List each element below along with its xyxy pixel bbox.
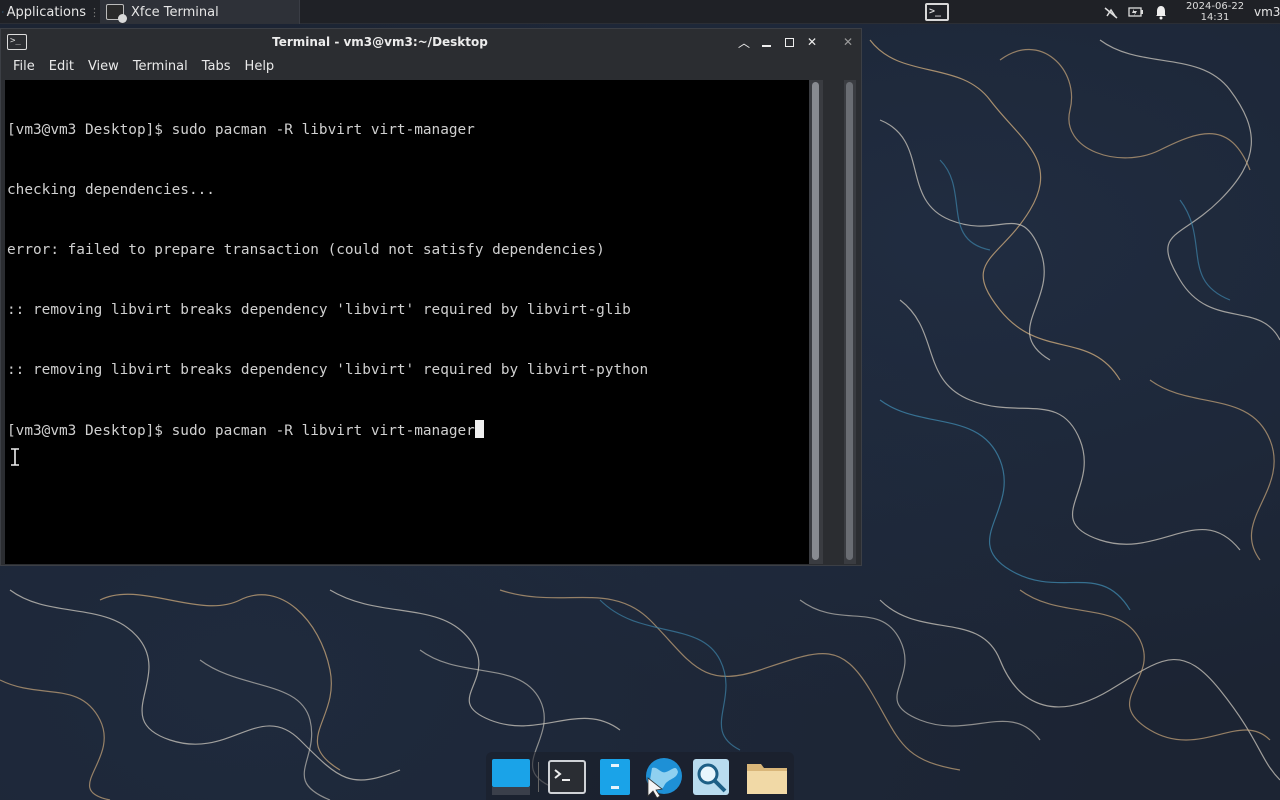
menu-file[interactable]: File [6, 55, 42, 79]
terminal-window: >_ Terminal - vm3@vm3:~/Desktop ︿ ✕ ✕ Fi… [0, 28, 862, 566]
xfce-logo-icon [2, 11, 4, 13]
taskbar-item-terminal[interactable]: Xfce Terminal [100, 0, 300, 24]
terminal-line: checking dependencies... [7, 182, 215, 198]
menu-edit[interactable]: Edit [42, 55, 81, 79]
close-icon: ✕ [842, 35, 854, 49]
terminal-line: :: removing libvirt breaks dependency 'l… [7, 362, 649, 378]
network-disconnected-icon[interactable] [1103, 4, 1119, 20]
terminal-prompt-line: [vm3@vm3 Desktop]$ sudo pacman -R libvir… [7, 420, 648, 441]
menu-help[interactable]: Help [238, 55, 282, 79]
minimize-button[interactable] [756, 32, 776, 52]
applications-menu[interactable]: Applications ⋮ [0, 0, 100, 24]
search-icon [693, 759, 729, 795]
terminal-line: error: failed to prepare transaction (co… [7, 242, 605, 258]
scrollbar-thumb[interactable] [812, 82, 819, 560]
mouse-ibeam-cursor-icon [11, 448, 19, 466]
user-menu[interactable]: vm3 [1254, 0, 1280, 24]
file-manager-icon [747, 764, 787, 794]
terminal-task-icon [106, 4, 127, 23]
dock-show-desktop[interactable] [490, 756, 532, 798]
battery-icon[interactable] [1128, 4, 1144, 20]
dock-web-browser[interactable] [642, 756, 684, 798]
dock-search[interactable] [690, 756, 732, 798]
text-editor-icon [600, 759, 630, 795]
terminal-icon: >_ [925, 3, 949, 21]
desktop-icon [492, 759, 530, 795]
secondary-scrollbar-thumb[interactable] [846, 82, 853, 560]
window-titlebar[interactable]: >_ Terminal - vm3@vm3:~/Desktop ︿ ✕ ✕ [1, 29, 861, 55]
clock-time: 14:31 [1200, 12, 1230, 23]
terminal-line: [vm3@vm3 Desktop]$ sudo pacman -R libvir… [7, 122, 475, 138]
terminal-icon [548, 760, 586, 794]
top-panel: Applications ⋮ Xfce Terminal >_ 2024-06-… [0, 0, 1280, 24]
web-browser-icon [646, 758, 682, 798]
dock-separator [538, 762, 539, 792]
maximize-button[interactable] [779, 32, 799, 52]
terminal-line: :: removing libvirt breaks dependency 'l… [7, 302, 631, 318]
dock [486, 752, 794, 800]
dock-file-manager[interactable] [746, 756, 788, 798]
chevron-up-icon: ︿ [737, 35, 750, 50]
dock-terminal[interactable] [546, 756, 588, 798]
menu-tabs[interactable]: Tabs [195, 55, 238, 79]
secondary-scrollbar[interactable] [844, 80, 856, 564]
text-cursor [474, 420, 484, 438]
terminal-scrollbar[interactable] [809, 80, 823, 564]
dock-text-editor[interactable] [594, 756, 636, 798]
maximize-icon [784, 37, 794, 47]
clock[interactable]: 2024-06-22 14:31 [1180, 0, 1250, 24]
window-title: Terminal - vm3@vm3:~/Desktop [272, 35, 488, 49]
menubar: File Edit View Terminal Tabs Help [1, 55, 827, 79]
menu-terminal[interactable]: Terminal [126, 55, 195, 79]
close-icon: ✕ [806, 35, 818, 49]
panel-terminal-launcher[interactable]: >_ [922, 0, 952, 24]
terminal-text: [vm3@vm3 Desktop]$ sudo pacman -R libvir… [7, 80, 648, 481]
prompt-text: [vm3@vm3 Desktop]$ sudo pacman -R libvir… [7, 423, 475, 439]
secondary-close-button[interactable]: ✕ [838, 32, 858, 52]
system-tray [1100, 0, 1180, 24]
shade-button[interactable]: ︿ [734, 32, 754, 52]
menu-view[interactable]: View [81, 55, 126, 79]
applications-label: Applications [6, 4, 86, 20]
taskbar-item-label: Xfce Terminal [131, 4, 219, 20]
notification-bell-icon[interactable] [1153, 4, 1169, 20]
clock-date: 2024-06-22 [1185, 1, 1245, 12]
panel-separator-icon: ⋮ [89, 5, 100, 19]
user-name-label: vm3 [1254, 5, 1280, 19]
terminal-output[interactable]: [vm3@vm3 Desktop]$ sudo pacman -R libvir… [5, 80, 809, 564]
minimize-icon [761, 45, 771, 47]
close-button[interactable]: ✕ [802, 32, 822, 52]
